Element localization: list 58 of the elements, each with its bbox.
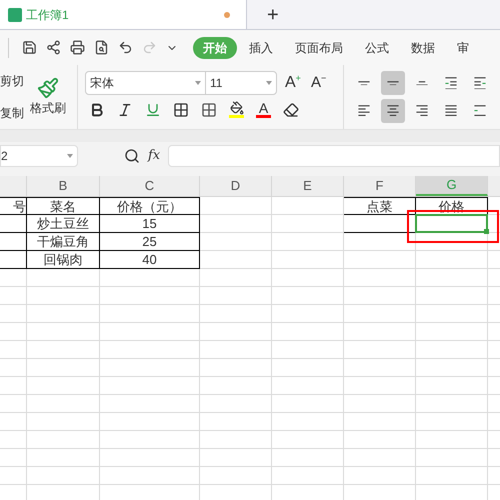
eraser-icon[interactable] xyxy=(283,102,299,118)
paintbrush-icon xyxy=(37,77,59,99)
share-icon[interactable] xyxy=(46,40,61,55)
tab-title: 工作簿1 xyxy=(26,6,69,24)
formula-input[interactable] xyxy=(168,145,500,167)
menu-tab[interactable]: 审 xyxy=(457,38,469,56)
left-align-icon xyxy=(356,105,372,117)
table-cell: 价格（元） xyxy=(100,197,200,215)
outdent-align-icon xyxy=(443,76,459,90)
copy-button[interactable]: 复制 xyxy=(0,104,24,122)
justify-align-icon xyxy=(443,105,459,117)
menu-tab[interactable]: 公式 xyxy=(365,38,389,56)
align-button[interactable] xyxy=(381,99,405,123)
undo-icon[interactable] xyxy=(118,40,133,55)
table-cell: 炒土豆丝 xyxy=(27,215,100,233)
table-cell: 点菜 xyxy=(344,197,416,215)
right-align-icon xyxy=(414,105,430,117)
table-cell: 15 xyxy=(100,215,200,233)
new-tab-button[interactable]: + xyxy=(267,0,279,29)
table-cell: 菜名 xyxy=(27,197,100,215)
table-cell: 回锅肉 xyxy=(27,251,100,269)
menu-tab[interactable]: 插入 xyxy=(249,38,273,56)
center-align-icon xyxy=(385,105,401,117)
decrease-font-button[interactable]: A− xyxy=(310,73,326,93)
middle-align-icon xyxy=(385,80,401,86)
borders-icon[interactable] xyxy=(173,102,189,118)
table-style-icon[interactable] xyxy=(201,102,217,118)
menu-tab[interactable]: 数据 xyxy=(411,38,435,56)
column-header[interactable]: C xyxy=(100,176,200,196)
format-painter-button[interactable]: 格式刷 xyxy=(30,65,66,129)
table-cell: 40 xyxy=(100,251,200,269)
save-icon[interactable] xyxy=(22,40,37,55)
top-align-icon xyxy=(356,80,372,86)
printer-icon[interactable] xyxy=(70,40,85,55)
distributed-align-icon xyxy=(472,105,488,117)
indent-align-icon xyxy=(472,76,488,90)
italic-icon[interactable] xyxy=(117,102,133,118)
cell-reference: 2 xyxy=(1,148,8,165)
column-header[interactable]: D xyxy=(200,176,272,196)
column-header[interactable]: B xyxy=(27,176,100,196)
zoom-icon[interactable] xyxy=(124,148,140,164)
function-label[interactable]: fx xyxy=(148,146,160,166)
spreadsheet-icon xyxy=(8,8,22,22)
increase-font-button[interactable]: A+ xyxy=(285,73,301,93)
cut-button[interactable]: 剪切 xyxy=(0,72,24,90)
font-color-button[interactable]: A xyxy=(256,101,271,118)
bottom-align-icon xyxy=(414,80,430,86)
menu-tab[interactable]: 页面布局 xyxy=(295,38,343,56)
name-box[interactable]: 2 xyxy=(0,145,78,167)
column-header[interactable]: E xyxy=(272,176,344,196)
underline-icon[interactable] xyxy=(145,102,161,118)
bold-icon[interactable] xyxy=(89,102,105,118)
table-cell: 号 xyxy=(0,197,27,215)
table-cell: 干煸豆角 xyxy=(27,233,100,251)
caret-icon[interactable] xyxy=(67,154,73,158)
fill-color-button[interactable] xyxy=(229,101,244,118)
preview-icon[interactable] xyxy=(94,40,109,55)
table-cell: 25 xyxy=(100,233,200,251)
